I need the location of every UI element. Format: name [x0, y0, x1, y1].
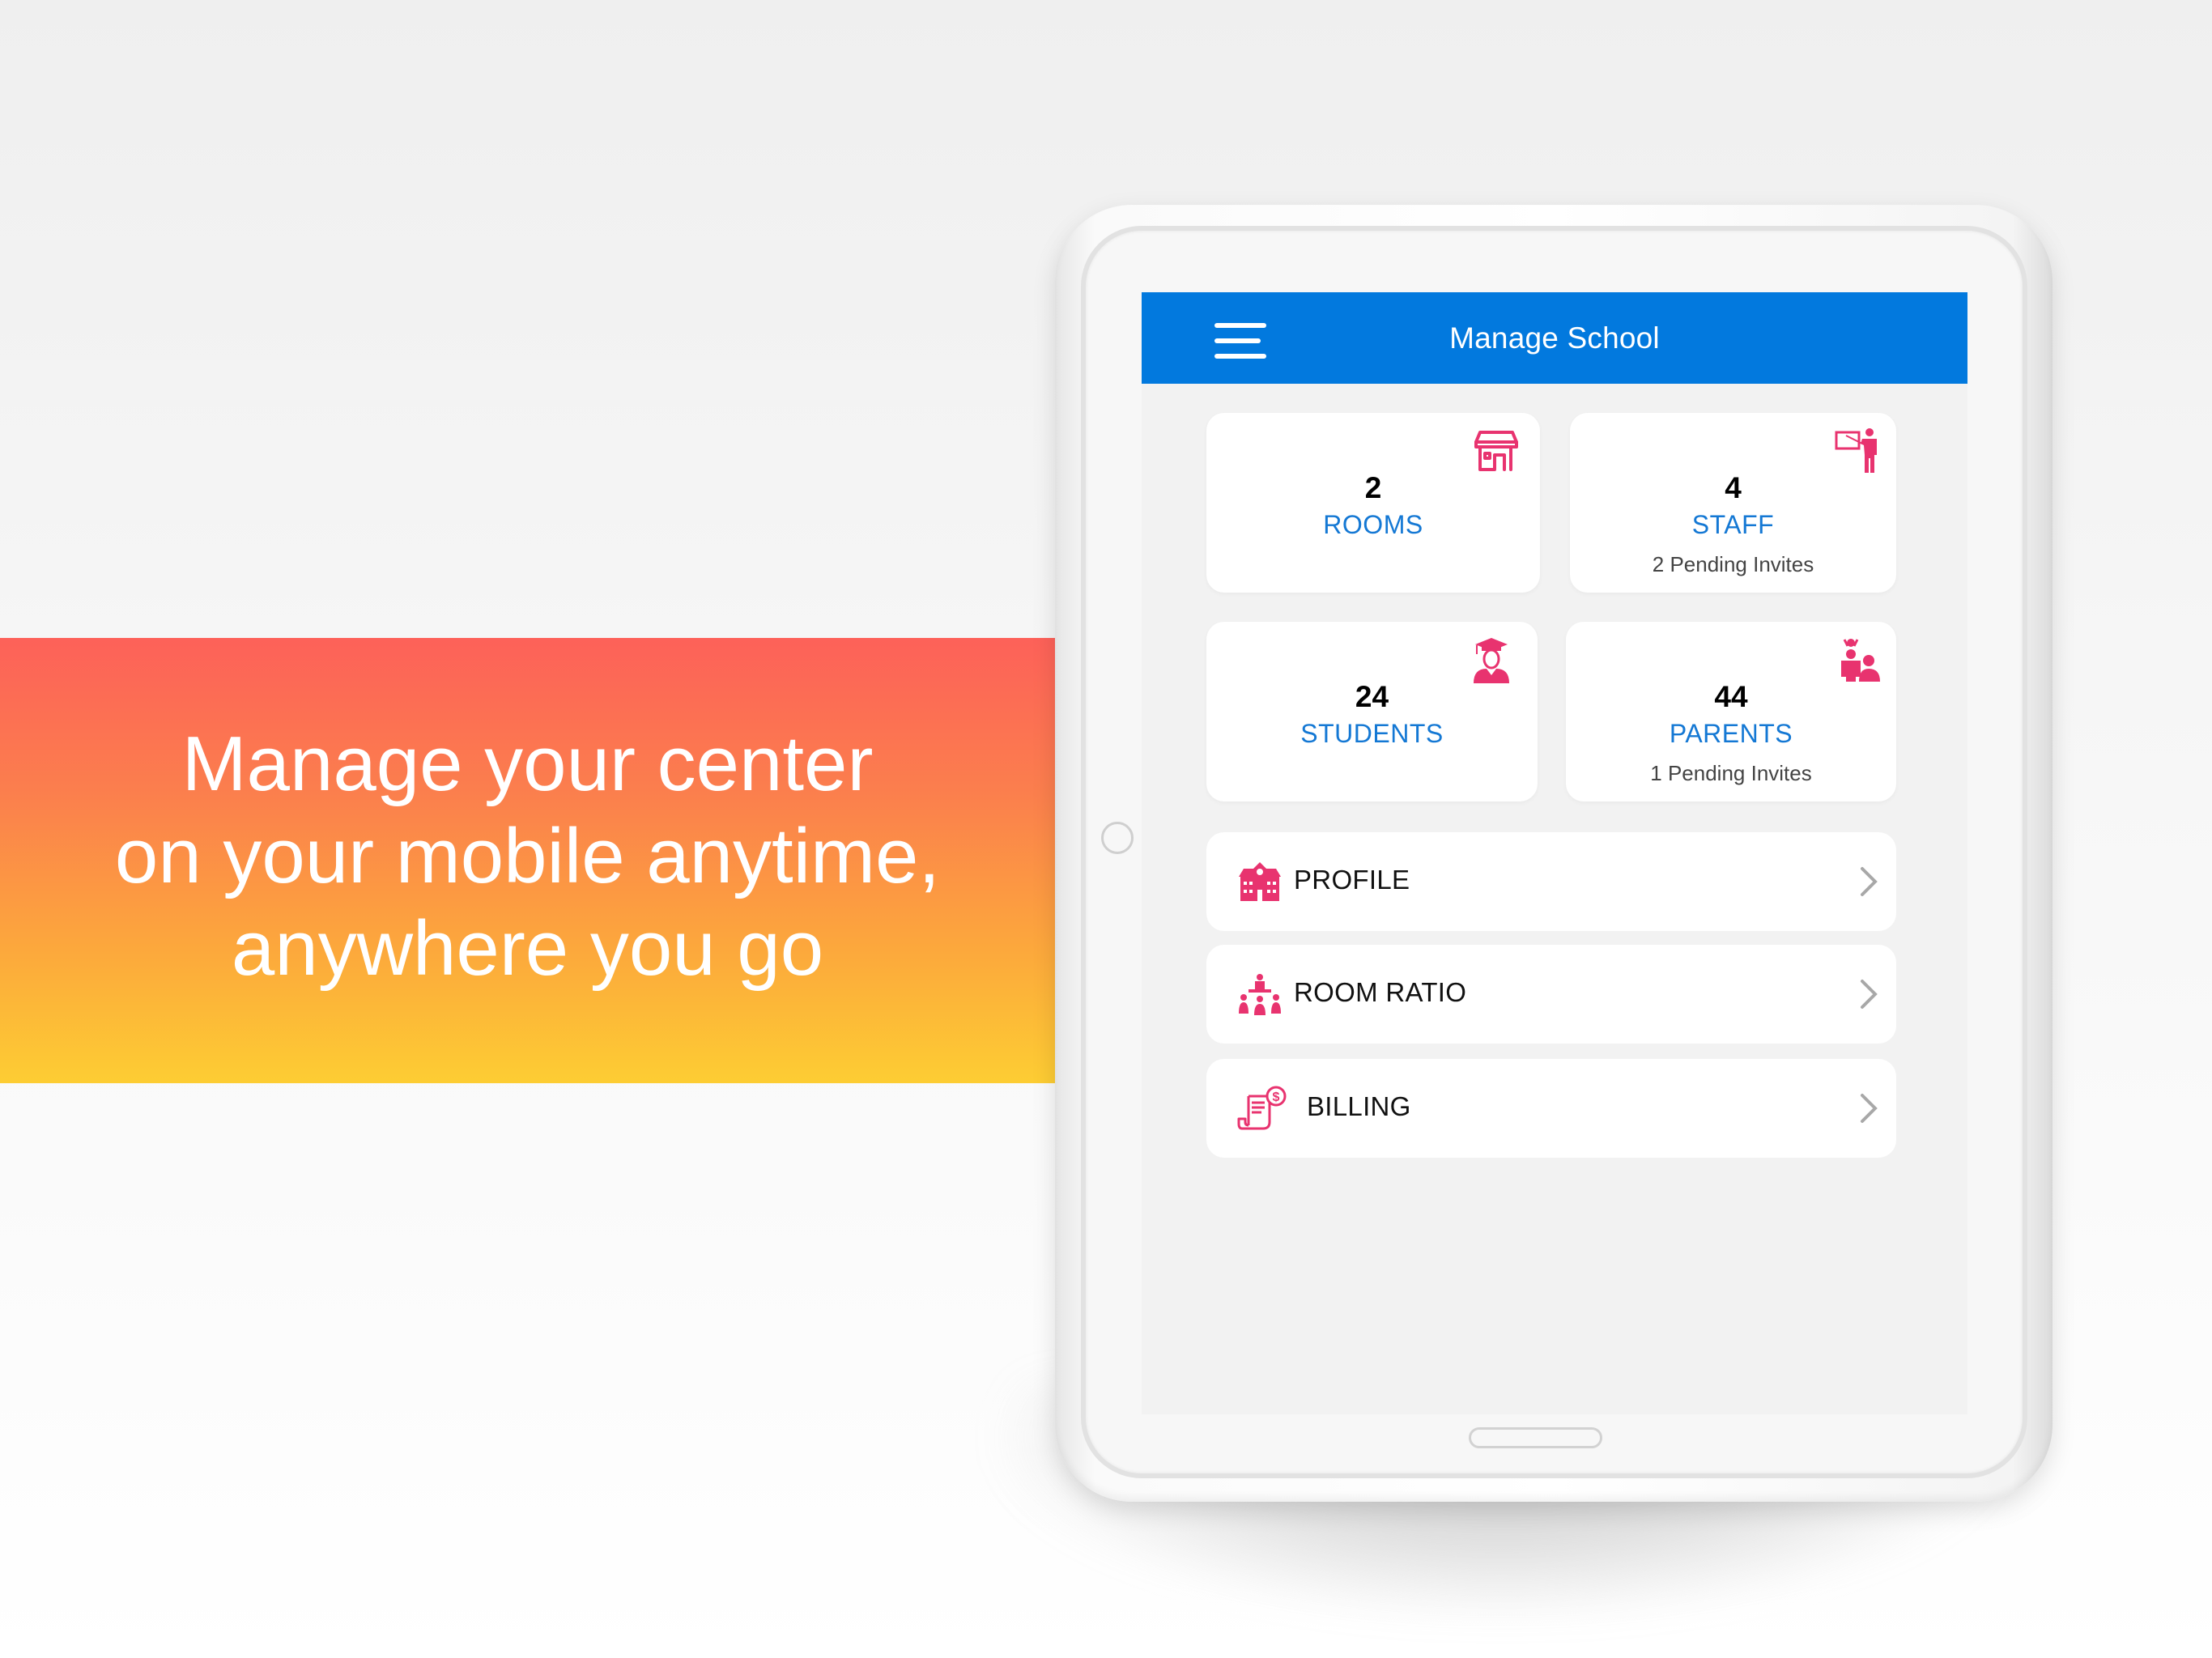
school-building-icon [1239, 862, 1281, 901]
graduate-icon [1474, 638, 1509, 683]
promo-headline: Manage your center on your mobile anytim… [115, 718, 940, 995]
app-header: Manage School [1142, 292, 1967, 384]
chevron-right-icon [1861, 980, 1878, 1009]
stat-label: STAFF [1691, 510, 1775, 539]
group-ratio-icon [1239, 974, 1281, 1015]
chevron-right-icon [1861, 1094, 1878, 1123]
menu-item-room-ratio[interactable]: ROOM RATIO [1206, 945, 1896, 1044]
stat-count: 44 [1714, 680, 1748, 713]
stat-label: PARENTS [1669, 719, 1793, 748]
menu-item-billing[interactable]: $ BILLING [1206, 1059, 1896, 1158]
home-button[interactable] [1469, 1427, 1602, 1448]
pending-invites: 1 Pending Invites [1650, 761, 1812, 785]
stat-card-parents[interactable]: 44 PARENTS 1 Pending Invites [1566, 622, 1896, 801]
menu-item-profile[interactable]: PROFILE [1206, 832, 1896, 931]
stat-card-rooms[interactable]: 2 ROOMS [1206, 413, 1540, 593]
stat-card-students[interactable]: 24 STUDENTS [1206, 622, 1538, 801]
app-screen: Manage School 2 ROOMS 4 STAFF 2 Pending … [1142, 292, 1967, 1414]
promo-headline-line: Manage your center [181, 721, 874, 807]
stat-label: ROOMS [1323, 510, 1423, 539]
chevron-right-icon [1861, 867, 1878, 896]
page-title: Manage School [1449, 321, 1660, 355]
camera-icon [1101, 822, 1134, 854]
promo-headline-line: on your mobile anytime, [114, 813, 941, 899]
teacher-icon [1835, 428, 1877, 473]
hamburger-menu-icon[interactable] [1214, 323, 1266, 360]
menu-item-label: ROOM RATIO [1294, 977, 1467, 1007]
promo-headline-line: anywhere you go [231, 905, 824, 992]
store-icon [1474, 431, 1518, 471]
menu-item-label: BILLING [1307, 1091, 1411, 1121]
invoice-dollar-icon: $ [1237, 1086, 1287, 1130]
pending-invites: 2 Pending Invites [1652, 552, 1814, 576]
family-icon [1841, 639, 1880, 682]
promo-banner: Manage your center on your mobile anytim… [0, 638, 1055, 1083]
stat-label: STUDENTS [1300, 719, 1444, 748]
svg-text:$: $ [1273, 1090, 1280, 1104]
stat-count: 4 [1725, 471, 1742, 504]
menu-item-label: PROFILE [1294, 865, 1410, 895]
stat-count: 2 [1364, 471, 1382, 504]
stat-count: 24 [1355, 680, 1389, 713]
stat-card-staff[interactable]: 4 STAFF 2 Pending Invites [1570, 413, 1896, 593]
